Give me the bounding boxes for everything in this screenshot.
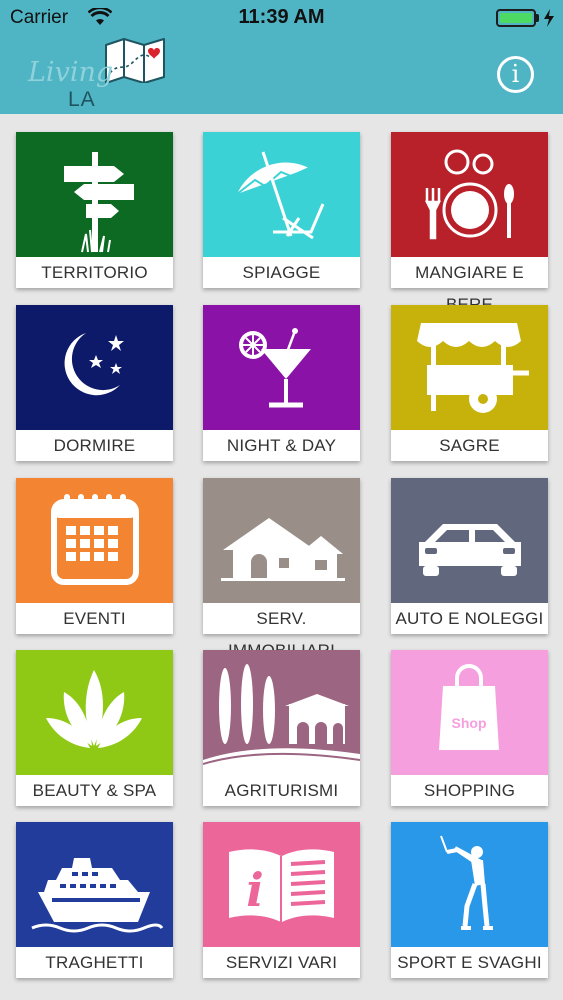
shopping-bag-icon: Shop bbox=[391, 650, 548, 775]
tile-label: SAGRE bbox=[391, 430, 548, 461]
tile-color-panel bbox=[391, 478, 548, 603]
tile-color-panel bbox=[391, 132, 548, 257]
tile-spiagge[interactable]: SPIAGGE bbox=[203, 132, 360, 288]
status-bar: Carrier 11:39 AM bbox=[0, 0, 563, 36]
tile-color-panel bbox=[391, 305, 548, 430]
tile-color-panel bbox=[16, 132, 173, 257]
tile-label: SPIAGGE bbox=[203, 257, 360, 288]
map-icon bbox=[105, 38, 165, 83]
moon-stars-icon bbox=[16, 305, 173, 430]
tile-label: BEAUTY & SPA bbox=[16, 775, 173, 806]
battery-tip bbox=[536, 14, 539, 22]
tile-traghetti[interactable]: TRAGHETTI bbox=[16, 822, 173, 978]
tile-color-panel bbox=[203, 478, 360, 603]
tile-sport-e-svaghi[interactable]: SPORT E SVAGHI bbox=[391, 822, 548, 978]
tile-label: TRAGHETTI bbox=[16, 947, 173, 978]
tile-label: TERRITORIO bbox=[16, 257, 173, 288]
tile-beauty-and-spa[interactable]: BEAUTY & SPA bbox=[16, 650, 173, 806]
tile-auto-e-noleggi[interactable]: AUTO E NOLEGGI bbox=[391, 478, 548, 634]
tile-color-panel bbox=[16, 650, 173, 775]
tile-dormire[interactable]: DORMIRE bbox=[16, 305, 173, 461]
market-cart-icon bbox=[391, 305, 548, 430]
signpost-icon bbox=[16, 132, 173, 257]
tile-agriturismi[interactable]: AGRITURISMI bbox=[203, 650, 360, 806]
beach-umbrella-icon bbox=[203, 132, 360, 257]
tile-color-panel bbox=[16, 822, 173, 947]
tile-servizi-vari[interactable]: i SERVIZI VARI bbox=[203, 822, 360, 978]
battery-icon bbox=[496, 9, 536, 27]
tile-label: SHOPPING bbox=[391, 775, 548, 806]
leaves-icon bbox=[16, 650, 173, 775]
tile-eventi[interactable]: EVENTI bbox=[16, 478, 173, 634]
tile-night-and-day[interactable]: NIGHT & DAY bbox=[203, 305, 360, 461]
plate-cutlery-icon bbox=[391, 132, 548, 257]
tile-color-panel bbox=[203, 132, 360, 257]
top-bar: Carrier 11:39 AM Living LA SPEZIA i bbox=[0, 0, 563, 135]
house-icon bbox=[203, 478, 360, 603]
calendar-icon bbox=[16, 478, 173, 603]
shop-bag-text: Shop bbox=[452, 715, 487, 731]
svg-text:i: i bbox=[246, 863, 263, 917]
tile-shopping[interactable]: Shop SHOPPING bbox=[391, 650, 548, 806]
tile-color-panel bbox=[16, 305, 173, 430]
tile-label: SERV. IMMOBILIARI bbox=[203, 603, 360, 660]
category-grid: TERRITORIO SPIAGGE MANGIARE E DORMIRE NI… bbox=[0, 114, 563, 1000]
logo-script-text: Living bbox=[28, 57, 114, 88]
car-icon bbox=[391, 478, 548, 603]
info-button[interactable]: i bbox=[497, 56, 534, 93]
tile-color-panel bbox=[203, 305, 360, 430]
golfer-icon bbox=[391, 822, 548, 947]
tile-color-panel bbox=[203, 650, 360, 775]
tile-label: AUTO E NOLEGGI bbox=[391, 603, 548, 634]
tile-label: DORMIRE bbox=[16, 430, 173, 461]
tile-color-panel bbox=[16, 478, 173, 603]
app-logo: Living LA SPEZIA bbox=[28, 37, 178, 135]
tile-label: EVENTI bbox=[16, 603, 173, 634]
farmhouse-icon bbox=[203, 650, 360, 775]
charging-bolt-icon bbox=[544, 9, 554, 27]
tile-territorio[interactable]: TERRITORIO bbox=[16, 132, 173, 288]
cocktail-icon bbox=[203, 305, 360, 430]
tile-color-panel: Shop bbox=[391, 650, 548, 775]
tile-mangiare-e-bere[interactable]: MANGIARE E BERE bbox=[391, 132, 548, 314]
tile-serv-immobiliari[interactable]: SERV. IMMOBILIARI bbox=[203, 478, 360, 660]
tile-color-panel: i bbox=[203, 822, 360, 947]
info-book-icon: i bbox=[203, 822, 360, 947]
clock: 11:39 AM bbox=[238, 6, 325, 28]
tile-color-panel bbox=[391, 822, 548, 947]
tile-label: NIGHT & DAY bbox=[203, 430, 360, 461]
tile-label: SPORT E SVAGHI bbox=[391, 947, 548, 978]
tile-sagre[interactable]: SAGRE bbox=[391, 305, 548, 461]
tile-label: SERVIZI VARI bbox=[203, 947, 360, 978]
tile-label: MANGIARE E BERE bbox=[391, 257, 548, 314]
tile-label: AGRITURISMI bbox=[203, 775, 360, 806]
ferry-icon bbox=[16, 822, 173, 947]
